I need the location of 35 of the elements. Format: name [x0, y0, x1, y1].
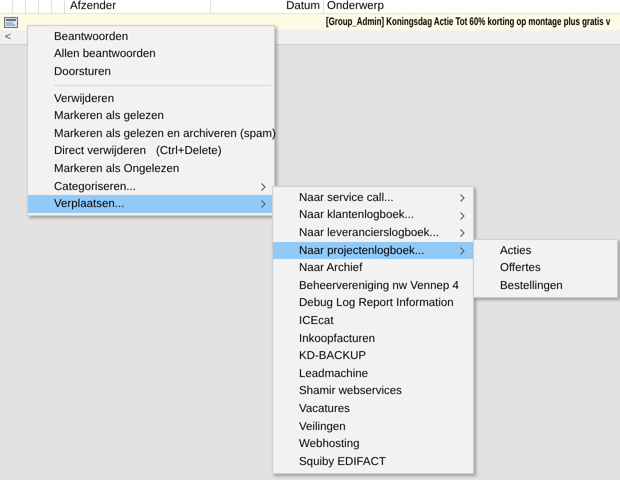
menu-item[interactable]: Offertes: [474, 260, 617, 278]
message-icon: [4, 16, 18, 28]
menu-item[interactable]: Verplaatsen...: [28, 195, 274, 213]
column-header[interactable]: Afzender: [67, 0, 211, 13]
menu-item[interactable]: Naar projectenlogboek...: [273, 242, 473, 260]
menu-item[interactable]: Markeren als Ongelezen: [28, 160, 274, 178]
menu-item[interactable]: Bestellingen: [474, 277, 617, 295]
scroll-left-button[interactable]: <: [0, 30, 16, 44]
menu-item[interactable]: Allen beantwoorden: [28, 46, 274, 64]
menu-item[interactable]: Inkoopfacturen: [273, 330, 473, 348]
menu-item[interactable]: Naar klantenlogboek...: [273, 206, 473, 224]
menu-item[interactable]: Vacatures: [273, 400, 473, 418]
menu-item[interactable]: Categoriseren...: [28, 178, 274, 196]
menu-item[interactable]: Naar Archief: [273, 259, 473, 277]
menu-item[interactable]: Verwijderen: [28, 90, 274, 108]
menu-item[interactable]: Direct verwijderen (Ctrl+Delete): [28, 142, 274, 160]
menu-item[interactable]: Acties: [474, 242, 617, 260]
menu-item[interactable]: Naar leverancierslogboek...: [273, 224, 473, 242]
menu-item[interactable]: Doorsturen: [28, 63, 274, 81]
menu-item[interactable]: Shamir webservices: [273, 382, 473, 400]
menu-item[interactable]: Beheervereniging nw Vennep 4: [273, 276, 473, 295]
menu-item[interactable]: Markeren als gelezen: [28, 107, 274, 125]
menu-item[interactable]: Debug Log Report Information: [273, 294, 473, 312]
menu-item[interactable]: Naar service call...: [273, 189, 473, 207]
column-header[interactable]: Datum: [211, 0, 324, 13]
menu-item[interactable]: Webhosting: [273, 435, 473, 453]
menu-item[interactable]: Beantwoorden: [28, 28, 274, 46]
menu-item[interactable]: Leadmachine: [273, 364, 473, 383]
menu-item[interactable]: ICEcat: [273, 312, 473, 330]
subject-text: [Group_Admin] Koningsdag Actie Tot 60% korting op montage plus gratis v: [326, 16, 610, 28]
column-header[interactable]: Onderwerp: [324, 0, 620, 13]
menu-item[interactable]: Veilingen: [273, 418, 473, 436]
menu-item[interactable]: Markeren als gelezen en archiveren (spam): [28, 124, 274, 143]
menu-item[interactable]: KD-BACKUP: [273, 347, 473, 365]
menu-item[interactable]: Squiby EDIFACT: [273, 452, 473, 470]
